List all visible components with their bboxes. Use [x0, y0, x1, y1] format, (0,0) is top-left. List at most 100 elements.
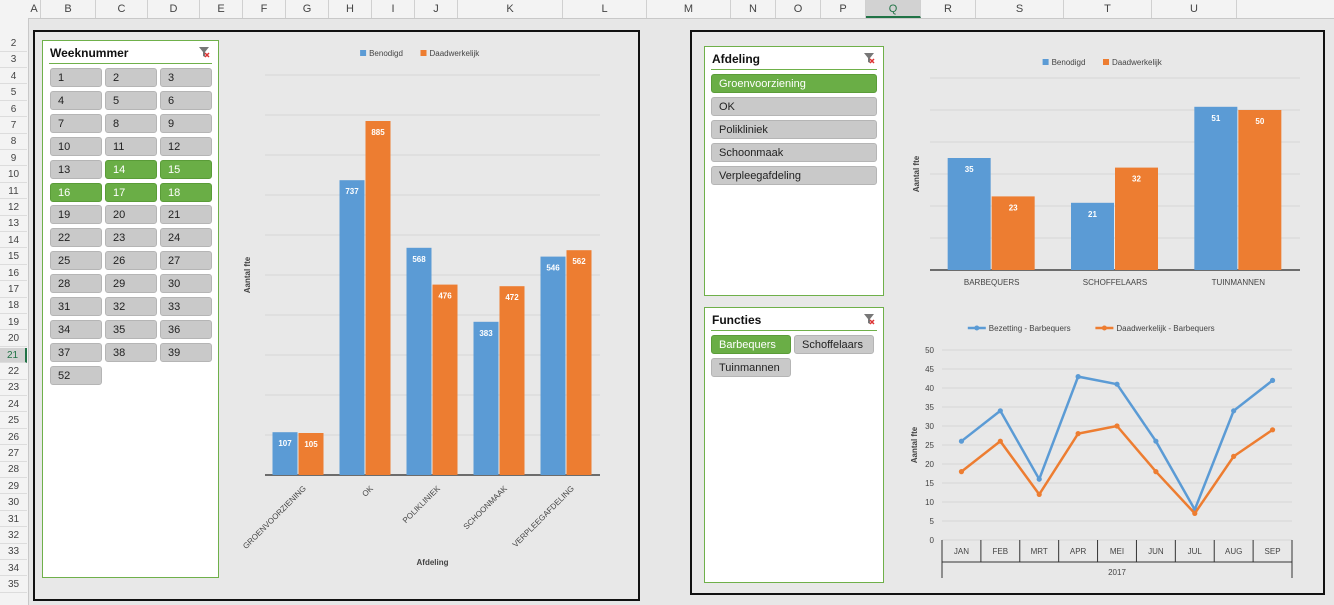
row-header-16[interactable]: 16	[0, 266, 27, 282]
row-header-28[interactable]: 28	[0, 462, 27, 479]
row-header-15[interactable]: 15	[0, 249, 27, 265]
column-header-F[interactable]: F	[243, 0, 286, 18]
clear-filter-icon[interactable]	[863, 52, 875, 64]
week-item-4[interactable]: 4	[50, 90, 102, 110]
week-item-9[interactable]: 9	[160, 113, 212, 133]
week-item-24[interactable]: 24	[160, 228, 212, 248]
week-item-7[interactable]: 7	[50, 113, 102, 133]
week-item-28[interactable]: 28	[50, 274, 102, 294]
row-header-34[interactable]: 34	[0, 561, 27, 577]
row-header-20[interactable]: 20	[0, 331, 27, 347]
row-header-13[interactable]: 13	[0, 216, 27, 233]
week-item-11[interactable]: 11	[105, 136, 157, 156]
row-header-18[interactable]: 18	[0, 298, 27, 315]
row-header-9[interactable]: 9	[0, 151, 27, 167]
week-item-25[interactable]: 25	[50, 251, 102, 271]
week-item-35[interactable]: 35	[105, 319, 157, 339]
row-header-8[interactable]: 8	[0, 134, 27, 151]
clear-filter-icon[interactable]	[198, 46, 210, 58]
week-item-21[interactable]: 21	[160, 205, 212, 225]
column-header-T[interactable]: T	[1064, 0, 1152, 18]
row-header-35[interactable]: 35	[0, 577, 27, 593]
week-item-32[interactable]: 32	[105, 297, 157, 316]
column-header-G[interactable]: G	[286, 0, 329, 18]
week-item-5[interactable]: 5	[105, 90, 157, 110]
week-item-20[interactable]: 20	[105, 205, 157, 225]
week-item-23[interactable]: 23	[105, 228, 157, 248]
row-header-19[interactable]: 19	[0, 315, 27, 331]
week-item-31[interactable]: 31	[50, 297, 102, 316]
row-header-12[interactable]: 12	[0, 200, 27, 216]
week-item-8[interactable]: 8	[105, 113, 157, 133]
week-item-14[interactable]: 14	[105, 159, 157, 179]
week-item-22[interactable]: 22	[50, 228, 102, 248]
week-item-29[interactable]: 29	[105, 274, 157, 294]
column-header-D[interactable]: D	[148, 0, 200, 18]
row-header-7[interactable]: 7	[0, 118, 27, 134]
row-header-2[interactable]: 2	[0, 36, 27, 52]
row-header-11[interactable]: 11	[0, 184, 27, 200]
row-header-21[interactable]: 21	[0, 347, 27, 364]
week-item-34[interactable]: 34	[50, 319, 102, 339]
column-header-K[interactable]: K	[458, 0, 563, 18]
column-header-P[interactable]: P	[821, 0, 866, 18]
row-header-27[interactable]: 27	[0, 446, 27, 462]
week-item-17[interactable]: 17	[105, 182, 157, 202]
week-item-33[interactable]: 33	[160, 297, 212, 316]
week-item-18[interactable]: 18	[160, 182, 212, 202]
week-item-39[interactable]: 39	[160, 342, 212, 362]
week-item-15[interactable]: 15	[160, 159, 212, 179]
functies-item-tuinmannen[interactable]: Tuinmannen	[711, 358, 791, 377]
row-header-10[interactable]: 10	[0, 167, 27, 183]
week-item-19[interactable]: 19	[50, 205, 102, 225]
column-header-R[interactable]: R	[921, 0, 976, 18]
column-header-A[interactable]: A	[28, 0, 41, 18]
week-item-36[interactable]: 36	[160, 319, 212, 339]
week-item-12[interactable]: 12	[160, 136, 212, 156]
week-item-26[interactable]: 26	[105, 251, 157, 271]
column-header-S[interactable]: S	[976, 0, 1064, 18]
clear-filter-icon[interactable]	[863, 313, 875, 325]
column-header-N[interactable]: N	[731, 0, 776, 18]
afdeling-item-ok[interactable]: OK	[711, 97, 877, 116]
row-header-30[interactable]: 30	[0, 495, 27, 511]
week-item-37[interactable]: 37	[50, 342, 102, 362]
row-header-22[interactable]: 22	[0, 364, 27, 380]
column-header-C[interactable]: C	[96, 0, 148, 18]
week-item-10[interactable]: 10	[50, 136, 102, 156]
row-header-32[interactable]: 32	[0, 528, 27, 544]
week-item-27[interactable]: 27	[160, 251, 212, 271]
row-header-23[interactable]: 23	[0, 380, 27, 397]
column-header-O[interactable]: O	[776, 0, 821, 18]
afdeling-item-polikliniek[interactable]: Polikliniek	[711, 120, 877, 139]
row-header-14[interactable]: 14	[0, 233, 27, 249]
row-header-33[interactable]: 33	[0, 544, 27, 561]
week-item-1[interactable]: 1	[50, 68, 102, 87]
row-header-31[interactable]: 31	[0, 512, 27, 528]
row-header-26[interactable]: 26	[0, 430, 27, 446]
functies-item-schoffelaars[interactable]: Schoffelaars	[794, 335, 874, 354]
column-header-L[interactable]: L	[563, 0, 647, 18]
row-header-17[interactable]: 17	[0, 282, 27, 298]
functies-item-barbequers[interactable]: Barbequers	[711, 335, 791, 354]
row-header-4[interactable]: 4	[0, 69, 27, 85]
week-item-3[interactable]: 3	[160, 68, 212, 87]
row-header-5[interactable]: 5	[0, 85, 27, 101]
column-header-I[interactable]: I	[372, 0, 415, 18]
column-header-Q[interactable]: Q	[866, 0, 921, 18]
row-header-6[interactable]: 6	[0, 102, 27, 118]
afdeling-item-verpleegafdeling[interactable]: Verpleegafdeling	[711, 166, 877, 185]
column-header-E[interactable]: E	[200, 0, 243, 18]
week-item-38[interactable]: 38	[105, 342, 157, 362]
column-header-M[interactable]: M	[647, 0, 731, 18]
afdeling-item-groenvoorziening[interactable]: Groenvoorziening	[711, 74, 877, 93]
week-item-2[interactable]: 2	[105, 68, 157, 87]
row-header-24[interactable]: 24	[0, 397, 27, 413]
week-item-6[interactable]: 6	[160, 90, 212, 110]
week-item-52[interactable]: 52	[50, 365, 102, 385]
column-header-J[interactable]: J	[415, 0, 458, 18]
row-header-25[interactable]: 25	[0, 413, 27, 429]
row-header-3[interactable]: 3	[0, 52, 27, 69]
column-header-U[interactable]: U	[1152, 0, 1237, 18]
week-item-30[interactable]: 30	[160, 274, 212, 294]
